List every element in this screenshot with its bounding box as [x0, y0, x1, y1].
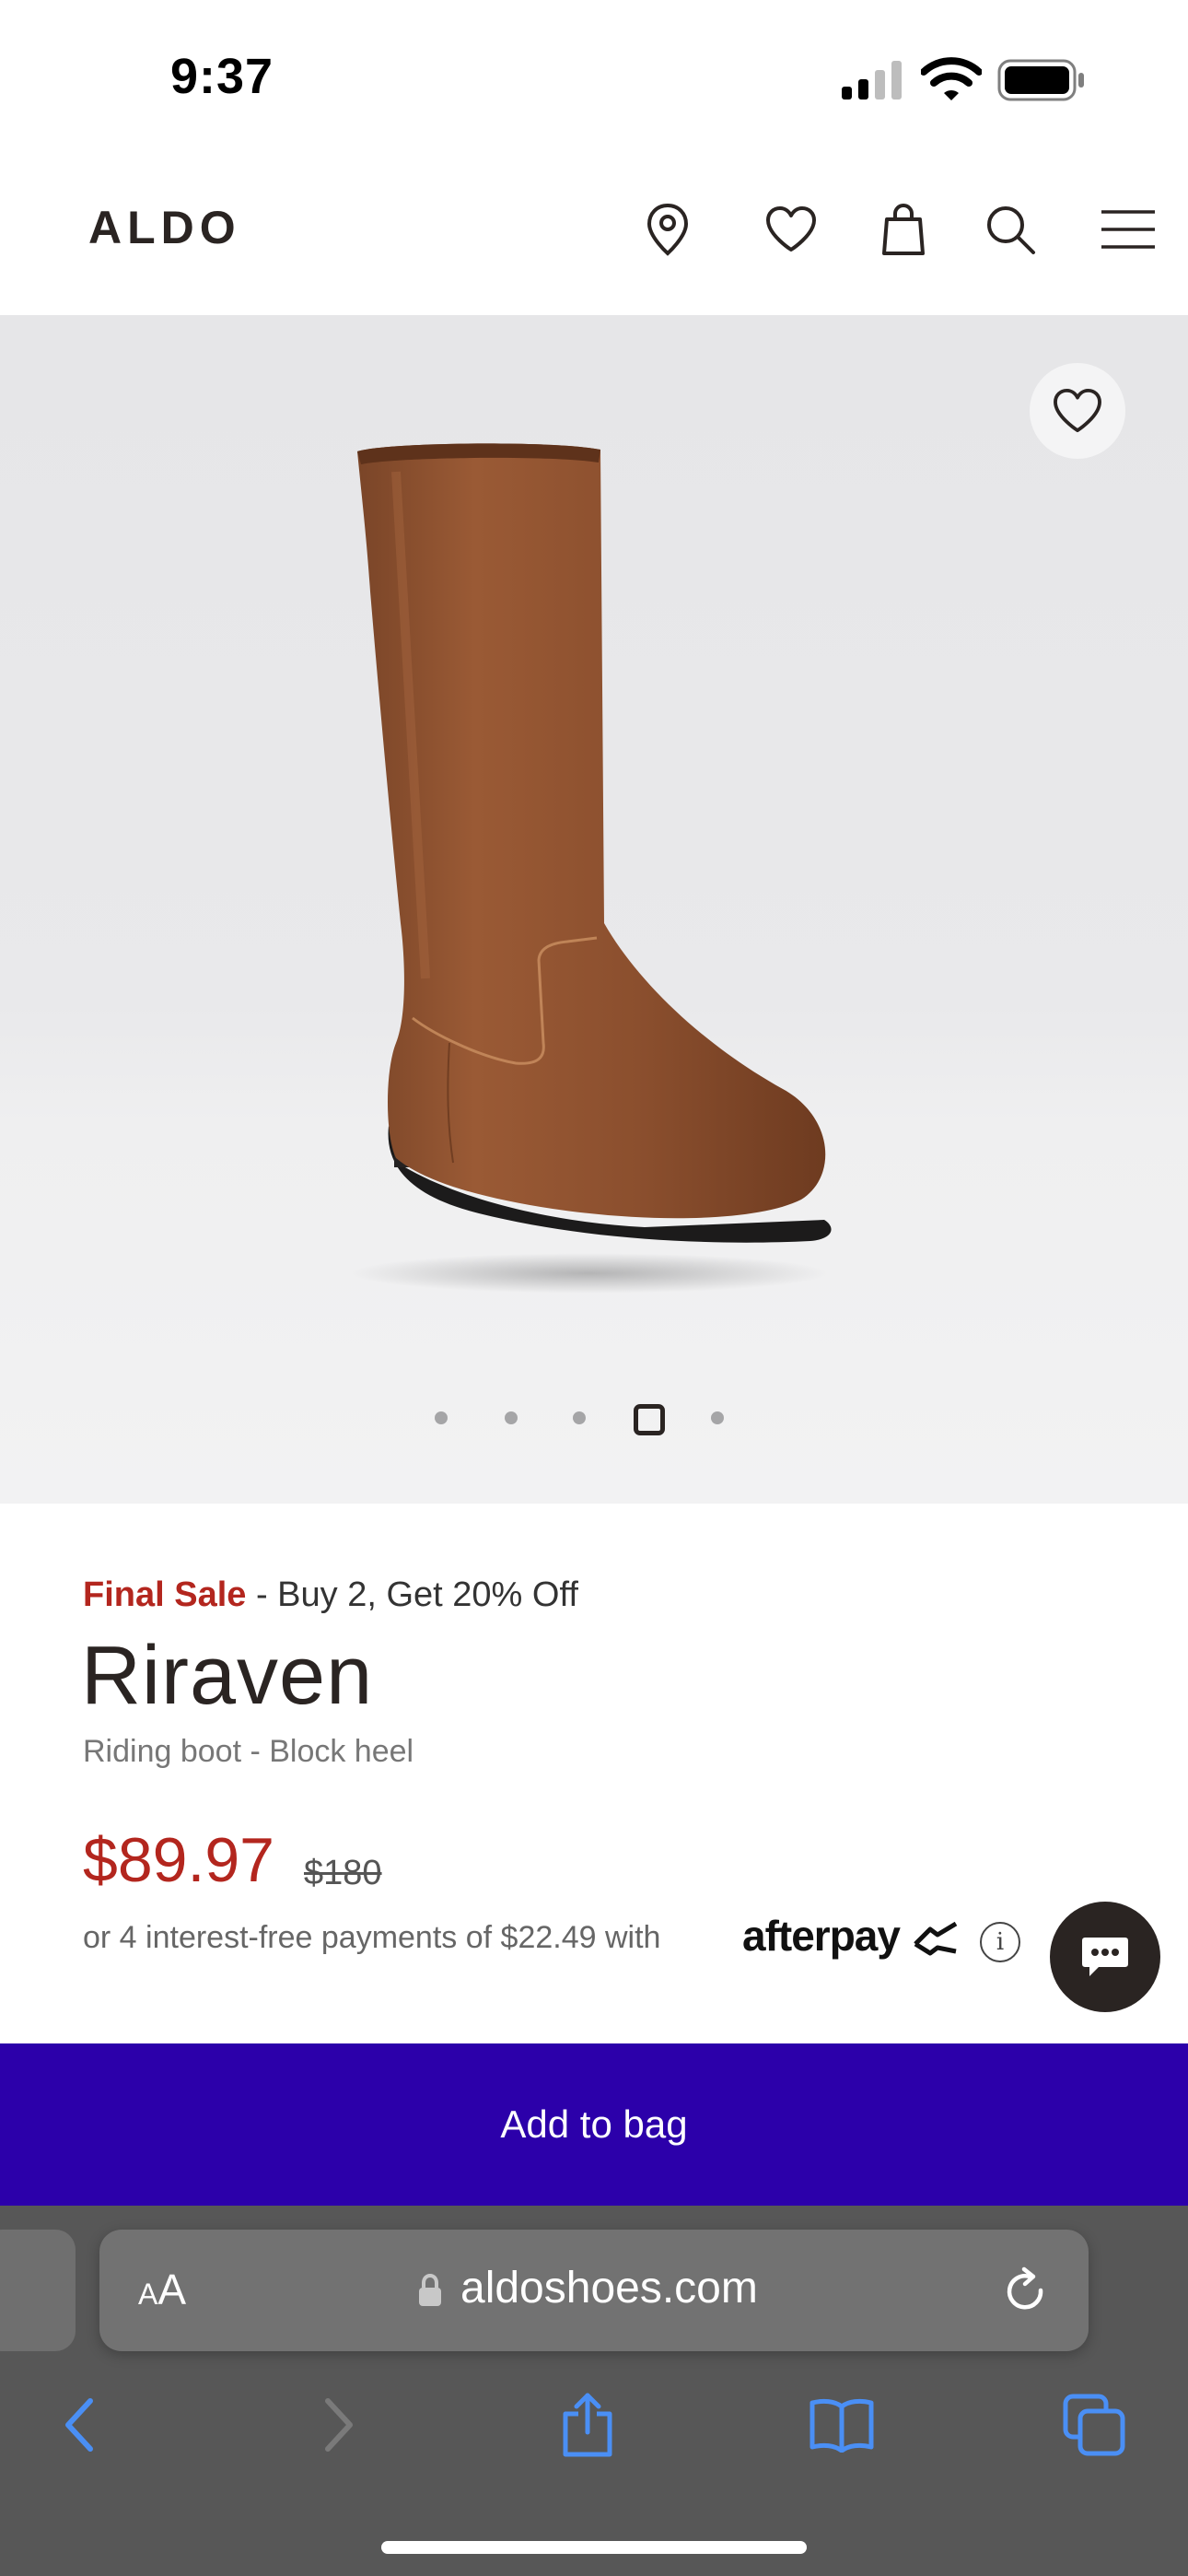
forward-button[interactable]: [302, 2388, 376, 2462]
chat-button[interactable]: [1050, 1902, 1160, 2012]
product-name: Riraven: [81, 1630, 374, 1722]
gallery-dot-1[interactable]: [435, 1411, 448, 1424]
tabs-button[interactable]: [1057, 2388, 1131, 2462]
share-icon: [563, 2393, 612, 2457]
cellular-signal-icon: [842, 61, 902, 100]
wifi-icon: [921, 57, 982, 100]
reader-aa-button[interactable]: AA: [138, 2265, 186, 2314]
afterpay-logo[interactable]: afterpay: [742, 1911, 901, 1961]
menu-icon[interactable]: [1096, 197, 1160, 262]
lock-icon: [419, 2273, 441, 2306]
gallery-dot-4-active[interactable]: [634, 1404, 665, 1435]
add-to-bag-button[interactable]: Add to bag: [0, 2043, 1188, 2206]
riding-boot-image: [350, 443, 832, 1294]
chat-bubble-icon: [1082, 1938, 1128, 1976]
previous-tab-preview[interactable]: [0, 2230, 76, 2351]
shopping-bag-icon[interactable]: [871, 197, 936, 262]
bookmarks-button[interactable]: [805, 2388, 879, 2462]
battery-icon: [997, 59, 1084, 101]
gallery-dot-2[interactable]: [505, 1411, 518, 1424]
gallery-dot-3[interactable]: [573, 1411, 586, 1424]
back-button[interactable]: [42, 2388, 116, 2462]
promo-text: - Buy 2, Get 20% Off: [255, 1575, 578, 1614]
status-time: 9:37: [170, 49, 274, 104]
heart-icon: [1054, 388, 1101, 433]
book-icon: [809, 2398, 874, 2453]
home-indicator: [381, 2541, 807, 2554]
gallery-dot-5[interactable]: [711, 1411, 724, 1424]
product-subtitle: Riding boot - Block heel: [83, 1734, 414, 1769]
aldo-logo[interactable]: ALDO: [88, 201, 241, 254]
tabs-icon: [1063, 2394, 1125, 2456]
promo-line: Final Sale - Buy 2, Get 20% Off: [83, 1575, 578, 1615]
wishlist-heart-icon[interactable]: [759, 197, 823, 262]
original-price: $180: [304, 1854, 382, 1892]
location-pin-icon[interactable]: [635, 197, 700, 262]
aa-small: A: [138, 2277, 158, 2311]
installments-text: or 4 interest-free payments of $22.49 wi…: [83, 1920, 661, 1955]
chevron-right-icon: [325, 2398, 353, 2452]
share-button[interactable]: [551, 2388, 624, 2462]
product-image-gallery[interactable]: [0, 315, 1188, 1504]
aa-large: A: [157, 2266, 187, 2313]
sale-price: $89.97: [83, 1825, 274, 1895]
final-sale-label: Final Sale: [83, 1575, 247, 1614]
url-text[interactable]: aldoshoes.com: [460, 2263, 758, 2313]
search-icon[interactable]: [978, 197, 1042, 262]
chevron-left-icon: [65, 2398, 93, 2452]
afterpay-arrows-icon: [914, 1921, 958, 1956]
add-to-wishlist-button[interactable]: [1030, 363, 1125, 459]
reload-icon[interactable]: [1002, 2266, 1050, 2318]
afterpay-info-icon[interactable]: i: [980, 1922, 1020, 1962]
